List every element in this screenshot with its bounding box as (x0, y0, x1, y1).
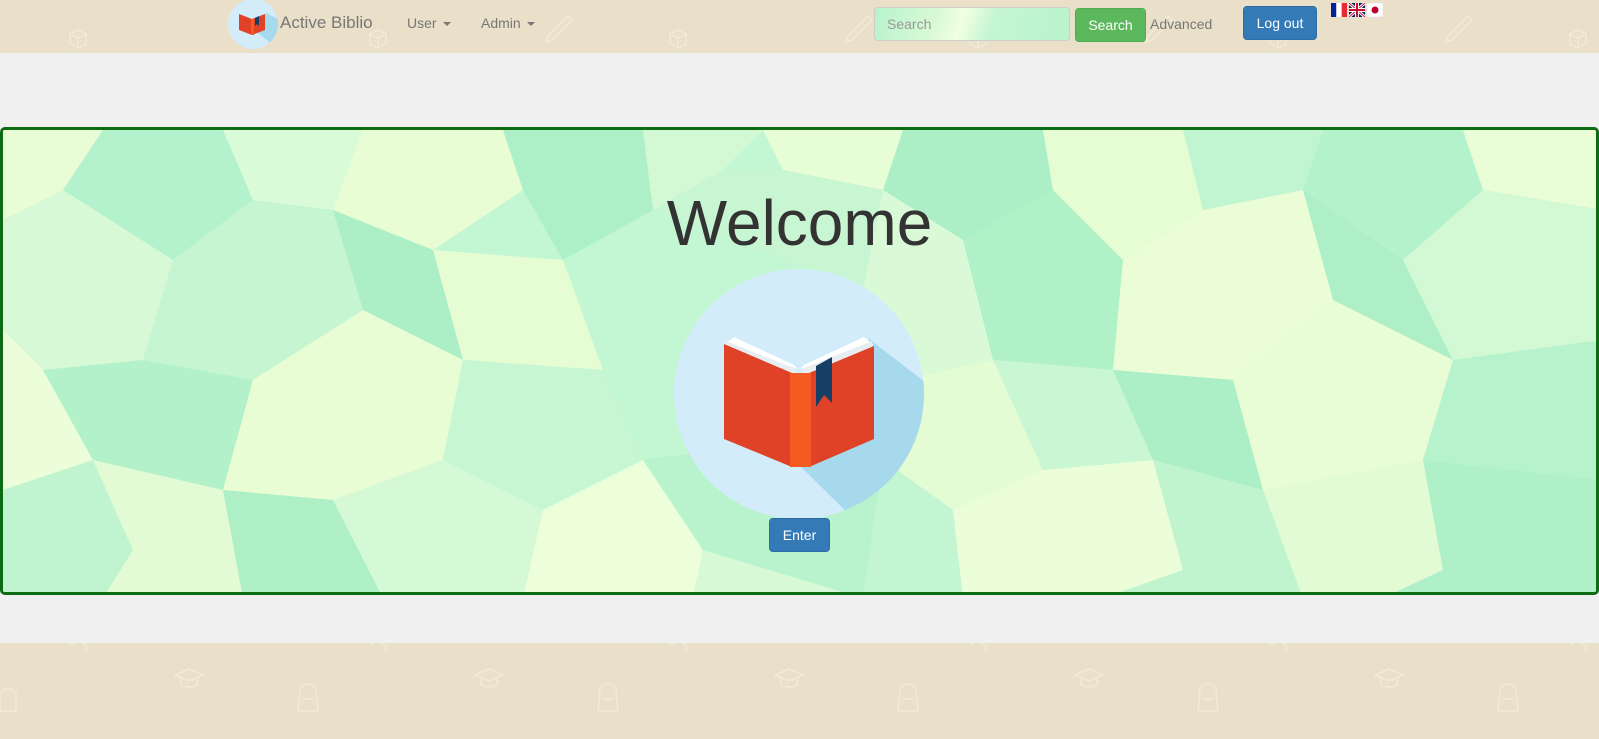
advanced-search-link[interactable]: Advanced (1150, 16, 1212, 32)
user-menu-label: User (407, 15, 437, 31)
brand-link[interactable]: Active Biblio (228, 0, 373, 49)
uk-flag-icon[interactable] (1349, 2, 1365, 18)
admin-menu-dropdown[interactable]: Admin (481, 15, 535, 31)
book-logo-icon (228, 0, 278, 49)
welcome-jumbotron: Welcome Enter (0, 127, 1599, 595)
welcome-title: Welcome (666, 187, 933, 259)
user-menu-dropdown[interactable]: User (407, 15, 451, 31)
enter-button[interactable]: Enter (769, 518, 830, 552)
search-button[interactable]: Search (1075, 8, 1146, 42)
open-book-icon (674, 269, 924, 519)
page-footer (0, 643, 1599, 739)
admin-menu-label: Admin (481, 15, 521, 31)
caret-down-icon (526, 22, 535, 26)
french-flag-icon[interactable] (1331, 2, 1347, 18)
top-navbar: Active Biblio User Admin Search Advanced… (0, 0, 1599, 53)
japan-flag-icon[interactable] (1367, 2, 1383, 18)
search-input[interactable] (874, 7, 1070, 41)
brand-name: Active Biblio (280, 13, 373, 32)
footer-pattern (0, 643, 1587, 712)
logout-button[interactable]: Log out (1243, 6, 1317, 40)
caret-down-icon (442, 22, 451, 26)
